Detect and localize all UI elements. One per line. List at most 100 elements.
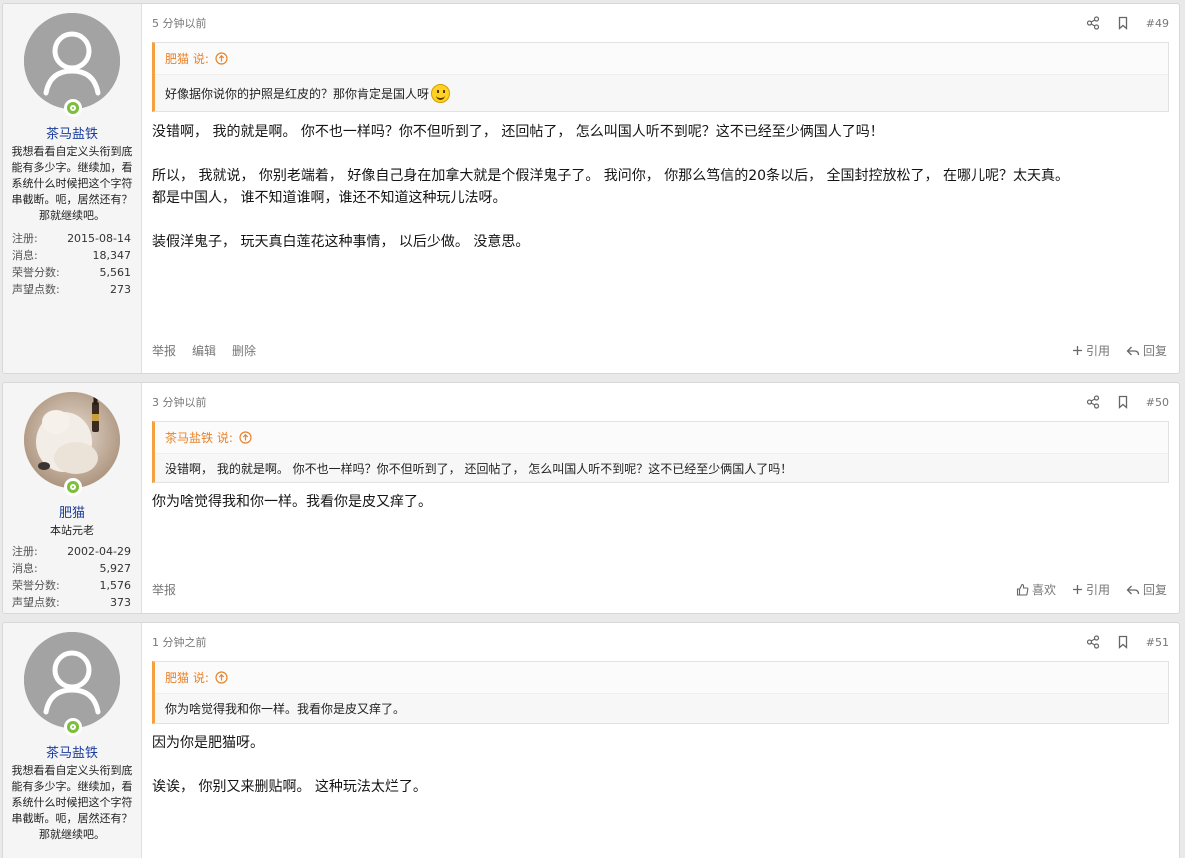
post-header: 5 分钟以前 #49: [152, 4, 1169, 42]
quote-author[interactable]: 肥猫 说:: [165, 669, 209, 686]
stat-label: 声望点数:: [12, 283, 60, 296]
post-paragraph: 所以， 我就说， 你别老端着， 好像自己身在加拿大就是个假洋鬼子了。 我问你， …: [152, 168, 1069, 184]
stat-value: 5,561: [99, 266, 132, 279]
stat-value: 373: [110, 596, 131, 609]
default-avatar-icon: [24, 632, 120, 728]
post-header: 1 分钟之前 #51: [152, 623, 1169, 661]
thumbs-up-icon: [1016, 583, 1029, 596]
user-title: 我想看看自定义头衔到底能有多少字。继续加，看系统什么时候把这个字符串截断。呃，居…: [11, 764, 133, 841]
stat-value: 5,927: [99, 562, 132, 575]
stat-value: 273: [110, 283, 131, 296]
stat-row: 消息: 5,927: [12, 560, 131, 577]
post-user-cell: 茶马盐铁 我想看看自定义头衔到底能有多少字。继续加，看系统什么时候把这个字符串截…: [3, 623, 142, 858]
stat-label: 声望点数:: [12, 596, 60, 609]
online-status-icon: [64, 718, 82, 736]
stat-row: 消息: 18,347: [12, 247, 131, 264]
avatar[interactable]: [24, 13, 120, 109]
post-time[interactable]: 3 分钟以前: [152, 394, 207, 410]
quote-author[interactable]: 肥猫 说:: [165, 50, 209, 67]
user-stats: 注册: 2002-04-29 消息: 5,927 荣誉分数: 1,576 声望点数: 3…: [12, 543, 131, 611]
quote-text: 好像据你说你的护照是红皮的？那你肯定是国人呀: [165, 86, 430, 101]
stat-label: 消息:: [12, 249, 38, 262]
post-main-cell: 1 分钟之前 #51 肥猫 说: 你为啥觉得我和你一样。我看你是皮又痒了。 因为…: [142, 623, 1179, 858]
post-time[interactable]: 5 分钟以前: [152, 15, 207, 31]
post-main-cell: 3 分钟以前 #50 茶马盐铁 说: 没错啊， 我的就是啊。 你不也一样吗？你不…: [142, 383, 1179, 613]
quote-block: 肥猫 说: 好像据你说你的护照是红皮的？那你肯定是国人呀: [152, 42, 1169, 112]
stat-label: 注册:: [12, 232, 38, 245]
post-content: 没错啊， 我的就是啊。 你不也一样吗？你不但听到了， 还回帖了， 怎么叫国人听不…: [152, 112, 1169, 253]
bookmark-icon[interactable]: [1116, 16, 1130, 30]
post-number[interactable]: #51: [1146, 636, 1169, 649]
quote-button-label: 引用: [1085, 344, 1110, 358]
avatar[interactable]: [24, 632, 120, 728]
quote-header: 肥猫 说:: [155, 662, 1168, 694]
arrow-up-circle-icon[interactable]: [215, 52, 228, 65]
stat-row: 注册: 2002-04-29: [12, 543, 131, 560]
quote-button[interactable]: 引用: [1072, 342, 1110, 359]
quote-body: 好像据你说你的护照是红皮的？那你肯定是国人呀: [155, 75, 1168, 111]
reply-button-label: 回复: [1142, 583, 1167, 597]
avatar[interactable]: [24, 392, 120, 488]
post-time[interactable]: 1 分钟之前: [152, 634, 207, 650]
stat-row: 声望点数: 373: [12, 594, 131, 611]
post-header: 3 分钟以前 #50: [152, 383, 1169, 421]
bookmark-icon[interactable]: [1116, 395, 1130, 409]
stat-label: 荣誉分数:: [12, 579, 60, 592]
post-paragraph: 都是中国人， 谁不知道谁啊，谁还不知道这种玩儿法呀。: [152, 190, 507, 206]
post-footer: 举报 喜欢 引用 回复: [152, 581, 1167, 598]
stat-row: 荣誉分数: 5,561: [12, 264, 131, 281]
post-content: 你为啥觉得我和你一样。我看你是皮又痒了。: [152, 483, 1169, 513]
stat-label: 消息:: [12, 562, 38, 575]
quote-header: 茶马盐铁 说:: [155, 422, 1168, 454]
stat-value: 18,347: [92, 249, 132, 262]
reply-icon: [1126, 585, 1140, 594]
stat-label: 荣誉分数:: [12, 266, 60, 279]
quote-button[interactable]: 引用: [1072, 581, 1110, 598]
share-icon[interactable]: [1086, 16, 1100, 30]
reply-button[interactable]: 回复: [1126, 342, 1167, 359]
stat-row: 注册: 2015-08-14: [12, 230, 131, 247]
username[interactable]: 肥猫: [3, 502, 141, 521]
delete-button[interactable]: 删除: [232, 342, 256, 359]
username[interactable]: 茶马盐铁: [3, 123, 141, 142]
post-user-cell: 茶马盐铁 我想看看自定义头衔到底能有多少字。继续加，看系统什么时候把这个字符串截…: [3, 4, 142, 373]
plus-icon: [1072, 585, 1082, 594]
post-paragraph: 装假洋鬼子， 玩天真白莲花这种事情， 以后少做。 没意思。: [152, 234, 530, 250]
post-number[interactable]: #49: [1146, 17, 1169, 30]
post-paragraph: 你为啥觉得我和你一样。我看你是皮又痒了。: [152, 494, 432, 510]
quote-button-label: 引用: [1085, 583, 1110, 597]
quote-text: 你为啥觉得我和你一样。我看你是皮又痒了。: [165, 702, 406, 716]
stat-row: 荣誉分数: 1,576: [12, 577, 131, 594]
post-50: 肥猫 本站元老 注册: 2002-04-29 消息: 5,927 荣誉分数: 1,57…: [2, 382, 1180, 614]
post-content: 因为你是肥猫呀。 诶诶， 你别又来删贴啊。 这种玩法太烂了。: [152, 724, 1169, 798]
reply-button[interactable]: 回复: [1126, 581, 1167, 598]
post-49: 茶马盐铁 我想看看自定义头衔到底能有多少字。继续加，看系统什么时候把这个字符串截…: [2, 3, 1180, 374]
quote-block: 茶马盐铁 说: 没错啊， 我的就是啊。 你不也一样吗？你不但听到了， 还回帖了，…: [152, 421, 1169, 483]
post-number[interactable]: #50: [1146, 396, 1169, 409]
stat-value: 2002-04-29: [67, 545, 131, 558]
share-icon[interactable]: [1086, 635, 1100, 649]
report-button[interactable]: 举报: [152, 342, 176, 359]
quote-author[interactable]: 茶马盐铁 说:: [165, 429, 233, 446]
post-footer: 举报 编辑 删除 引用 回复: [152, 342, 1167, 359]
share-icon[interactable]: [1086, 395, 1100, 409]
arrow-up-circle-icon[interactable]: [215, 671, 228, 684]
username[interactable]: 茶马盐铁: [3, 742, 141, 761]
online-status-icon: [64, 478, 82, 496]
like-button[interactable]: 喜欢: [1016, 581, 1056, 598]
post-paragraph: 没错啊， 我的就是啊。 你不也一样吗？你不但听到了， 还回帖了， 怎么叫国人听不…: [152, 124, 884, 140]
online-status-icon: [64, 99, 82, 117]
post-main-cell: 5 分钟以前 #49 肥猫 说: 好像据你说你的护照是红皮的？那你肯定是国人呀 …: [142, 4, 1179, 373]
quote-header: 肥猫 说:: [155, 43, 1168, 75]
post-paragraph: 诶诶， 你别又来删贴啊。 这种玩法太烂了。: [152, 779, 427, 795]
report-button[interactable]: 举报: [152, 581, 176, 598]
post-51: 茶马盐铁 我想看看自定义头衔到底能有多少字。继续加，看系统什么时候把这个字符串截…: [2, 622, 1180, 858]
cat-photo-avatar-icon: [24, 392, 120, 488]
stat-row: 声望点数: 273: [12, 281, 131, 298]
like-button-label: 喜欢: [1031, 583, 1056, 597]
reply-icon: [1126, 346, 1140, 355]
bookmark-icon[interactable]: [1116, 635, 1130, 649]
user-title: 本站元老: [50, 524, 94, 537]
edit-button[interactable]: 编辑: [192, 342, 216, 359]
arrow-up-circle-icon[interactable]: [239, 431, 252, 444]
